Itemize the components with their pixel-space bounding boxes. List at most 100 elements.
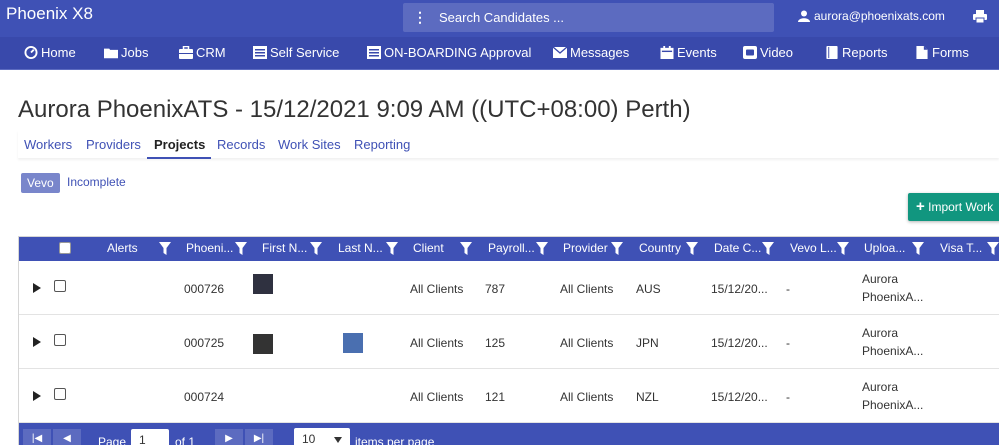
next-page-button[interactable]: ▶ xyxy=(215,429,243,445)
nav-crm[interactable]: CRM xyxy=(179,45,226,60)
column-header-client[interactable]: Client xyxy=(413,241,444,255)
nav-reports-label: Reports xyxy=(842,45,888,60)
column-header-date-created[interactable]: Date C... xyxy=(714,241,761,255)
active-tab-indicator xyxy=(147,157,211,159)
nav-messages-label: Messages xyxy=(570,45,630,60)
nav-reports[interactable]: Reports xyxy=(825,45,888,60)
cell-vevo-lookup: - xyxy=(786,282,790,296)
tab-records[interactable]: Records xyxy=(217,137,265,152)
column-header-first-name[interactable]: First N... xyxy=(262,241,307,255)
nav-home[interactable]: Home xyxy=(24,45,76,60)
nav-video[interactable]: Video xyxy=(743,45,793,60)
filter-icon[interactable] xyxy=(611,242,623,255)
items-per-page-select[interactable]: 10 xyxy=(294,428,350,445)
search-placeholder[interactable]: Search Candidates ... xyxy=(439,10,564,25)
uploaded-by-line1: Aurora xyxy=(862,380,899,394)
column-header-last-name[interactable]: Last N... xyxy=(338,241,383,255)
filter-icon[interactable] xyxy=(235,242,247,255)
nav-self-service[interactable]: Self Service xyxy=(253,45,339,60)
cell-provider: All Clients xyxy=(560,390,614,404)
tab-bar: Workers Providers Projects Records Work … xyxy=(18,130,999,159)
list-icon xyxy=(367,46,381,59)
cell-client: All Clients xyxy=(410,282,464,296)
main-nav: Home Jobs CRM Self Service ON-BOARDING A… xyxy=(0,37,999,70)
user-email[interactable]: aurora@phoenixats.com xyxy=(814,9,945,23)
page-number-input[interactable]: 1 xyxy=(131,429,169,445)
cell-country: NZL xyxy=(636,390,659,404)
column-header-vevo-lookup[interactable]: Vevo L... xyxy=(790,241,837,255)
cell-phoenix-id: 000725 xyxy=(184,336,225,350)
tab-reporting[interactable]: Reporting xyxy=(354,137,410,152)
list-icon xyxy=(253,46,267,59)
projects-grid: Alerts Phoeni... First N... Last N... Cl… xyxy=(18,236,999,445)
expand-row-icon[interactable] xyxy=(33,283,41,293)
row-checkbox[interactable] xyxy=(54,388,66,400)
filter-icon[interactable] xyxy=(460,242,472,255)
last-name-swatch xyxy=(343,333,363,353)
filter-icon[interactable] xyxy=(536,242,548,255)
tab-projects[interactable]: Projects xyxy=(154,137,205,152)
nav-events[interactable]: Events xyxy=(660,45,717,60)
cell-uploaded-by: Aurora PhoenixA... xyxy=(862,270,923,306)
filter-icon[interactable] xyxy=(310,242,322,255)
cell-client: All Clients xyxy=(410,336,464,350)
tab-providers[interactable]: Providers xyxy=(86,137,141,152)
first-page-button[interactable]: |◀ xyxy=(23,429,51,445)
dashboard-icon xyxy=(24,46,38,59)
items-per-page-value: 10 xyxy=(302,432,316,445)
filter-icon[interactable] xyxy=(837,242,849,255)
filter-icon[interactable] xyxy=(686,242,698,255)
user-menu[interactable]: aurora@phoenixats.com xyxy=(798,9,945,23)
column-header-payroll[interactable]: Payroll... xyxy=(488,241,535,255)
envelope-icon xyxy=(553,46,567,58)
table-row[interactable]: 000724 All Clients 121 All Clients NZL 1… xyxy=(19,369,999,423)
cell-date-created: 15/12/20... xyxy=(711,282,768,296)
search-box[interactable]: ⋮ Search Candidates ... xyxy=(403,3,774,32)
import-workers-button[interactable]: + Import Work xyxy=(908,193,999,221)
column-header-provider[interactable]: Provider xyxy=(563,241,608,255)
expand-row-icon[interactable] xyxy=(33,391,41,401)
nav-home-label: Home xyxy=(41,45,76,60)
table-row[interactable]: 000725 All Clients 125 All Clients JPN 1… xyxy=(19,315,999,369)
filter-icon[interactable] xyxy=(987,242,999,255)
filter-icon[interactable] xyxy=(386,242,398,255)
nav-forms-label: Forms xyxy=(932,45,969,60)
row-checkbox[interactable] xyxy=(54,334,66,346)
plus-icon: + xyxy=(916,198,925,215)
cell-vevo-lookup: - xyxy=(786,336,790,350)
column-header-alerts[interactable]: Alerts xyxy=(107,241,138,255)
cell-payroll: 121 xyxy=(485,390,506,404)
nav-video-label: Video xyxy=(760,45,794,60)
filter-link-incomplete[interactable]: Incomplete xyxy=(67,175,126,189)
vertical-dots-icon[interactable]: ⋮ xyxy=(413,9,427,26)
filter-icon[interactable] xyxy=(762,242,774,255)
print-icon[interactable] xyxy=(973,10,987,24)
column-header-visa-type[interactable]: Visa T... xyxy=(940,241,982,255)
nav-crm-label: CRM xyxy=(196,45,226,60)
nav-forms[interactable]: Forms xyxy=(915,45,969,60)
filter-chip-vevo[interactable]: Vevo xyxy=(21,173,60,193)
previous-page-button[interactable]: ◀ xyxy=(53,429,81,445)
nav-jobs[interactable]: Jobs xyxy=(104,45,148,60)
table-row[interactable]: 000726 All Clients 787 All Clients AUS 1… xyxy=(19,261,999,315)
expand-row-icon[interactable] xyxy=(33,337,41,347)
cell-client: All Clients xyxy=(410,390,464,404)
column-header-country[interactable]: Country xyxy=(639,241,681,255)
column-header-phoenix-id[interactable]: Phoeni... xyxy=(186,241,233,255)
column-header-uploaded-by[interactable]: Uploa... xyxy=(864,241,905,255)
nav-messages[interactable]: Messages xyxy=(553,45,629,60)
filter-icon[interactable] xyxy=(912,242,924,255)
page-label: Page xyxy=(98,435,127,445)
nav-onboarding-approval[interactable]: ON-BOARDING Approval xyxy=(367,45,531,60)
nav-jobs-label: Jobs xyxy=(121,45,149,60)
select-all-checkbox[interactable] xyxy=(59,242,71,254)
tab-work-sites[interactable]: Work Sites xyxy=(278,137,341,152)
row-checkbox[interactable] xyxy=(54,280,66,292)
cell-country: AUS xyxy=(636,282,661,296)
uploaded-by-line2: PhoenixA... xyxy=(862,344,924,358)
cell-phoenix-id: 000724 xyxy=(184,390,225,404)
filter-icon[interactable] xyxy=(159,242,171,255)
app-name[interactable]: Phoenix X8 xyxy=(6,4,93,24)
last-page-button[interactable]: ▶| xyxy=(245,429,273,445)
tab-workers[interactable]: Workers xyxy=(24,137,72,152)
